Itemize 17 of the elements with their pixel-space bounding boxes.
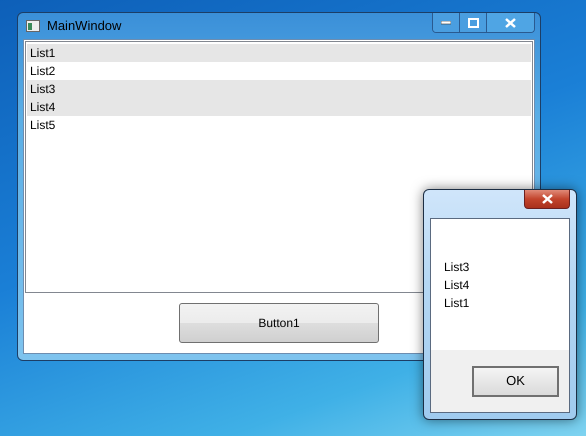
message-text: List4 (444, 276, 470, 294)
list-item[interactable]: List4 (27, 98, 531, 116)
maximize-icon (468, 18, 478, 28)
ok-button[interactable]: OK (472, 366, 559, 396)
maximize-button[interactable] (460, 13, 487, 32)
window-icon (26, 20, 40, 32)
minimize-icon (441, 20, 451, 24)
list-item[interactable]: List3 (27, 80, 531, 98)
message-text: List3 (444, 258, 470, 276)
minimize-button[interactable] (433, 13, 460, 32)
close-button[interactable] (524, 190, 570, 209)
window-title: MainWindow (47, 17, 122, 36)
list-item[interactable]: List1 (27, 44, 531, 62)
close-icon (542, 194, 552, 204)
close-icon (505, 18, 516, 28)
message-text: List1 (444, 294, 470, 312)
push-button[interactable]: Button1 (179, 302, 379, 342)
